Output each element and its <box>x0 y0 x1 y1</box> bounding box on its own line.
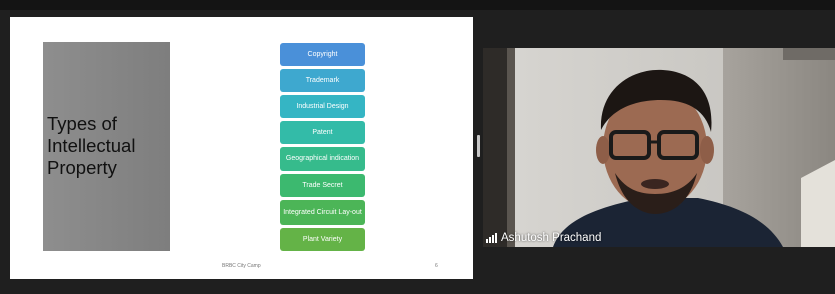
ip-item-label: Patent <box>312 128 333 136</box>
ip-item-trademark: Trademark <box>280 69 365 92</box>
signal-bars-icon <box>486 233 497 243</box>
ip-item-label: Trademark <box>305 76 340 84</box>
slide-title: Types of Intellectual Property <box>47 113 136 178</box>
ip-item-label: Integrated Circuit Lay-out <box>283 208 362 216</box>
video-frame-image <box>483 48 835 247</box>
panel-resize-handle[interactable] <box>477 135 480 157</box>
top-bar <box>0 0 835 10</box>
ip-item-trade-secret: Trade Secret <box>280 174 365 197</box>
ip-item-geographical-indication: Geographical indication <box>280 147 365 171</box>
participant-name: Ashutosh Prachand <box>501 232 602 244</box>
participant-name-tag: Ashutosh Prachand <box>486 230 601 246</box>
ip-item-copyright: Copyright <box>280 43 365 66</box>
ip-item-label: Geographical indication <box>285 155 360 162</box>
ip-item-patent: Patent <box>280 121 365 144</box>
ip-item-label: Copyright <box>307 50 338 58</box>
shared-slide: Types of Intellectual Property Copyright… <box>10 17 473 279</box>
participant-video[interactable]: Ashutosh Prachand <box>483 48 835 247</box>
ip-item-label: Trade Secret <box>302 181 343 189</box>
ip-item-integrated-circuit-layout: Integrated Circuit Lay-out <box>280 200 365 225</box>
slide-page-number: 6 <box>435 263 438 269</box>
ip-item-label: Industrial Design <box>296 102 349 110</box>
slide-footer: BRBC City Camp <box>222 263 261 269</box>
slide-title-panel: Types of Intellectual Property <box>43 42 170 251</box>
ip-item-industrial-design: Industrial Design <box>280 95 365 118</box>
ip-item-label: Plant Variety <box>302 235 343 243</box>
ip-item-plant-variety: Plant Variety <box>280 228 365 251</box>
